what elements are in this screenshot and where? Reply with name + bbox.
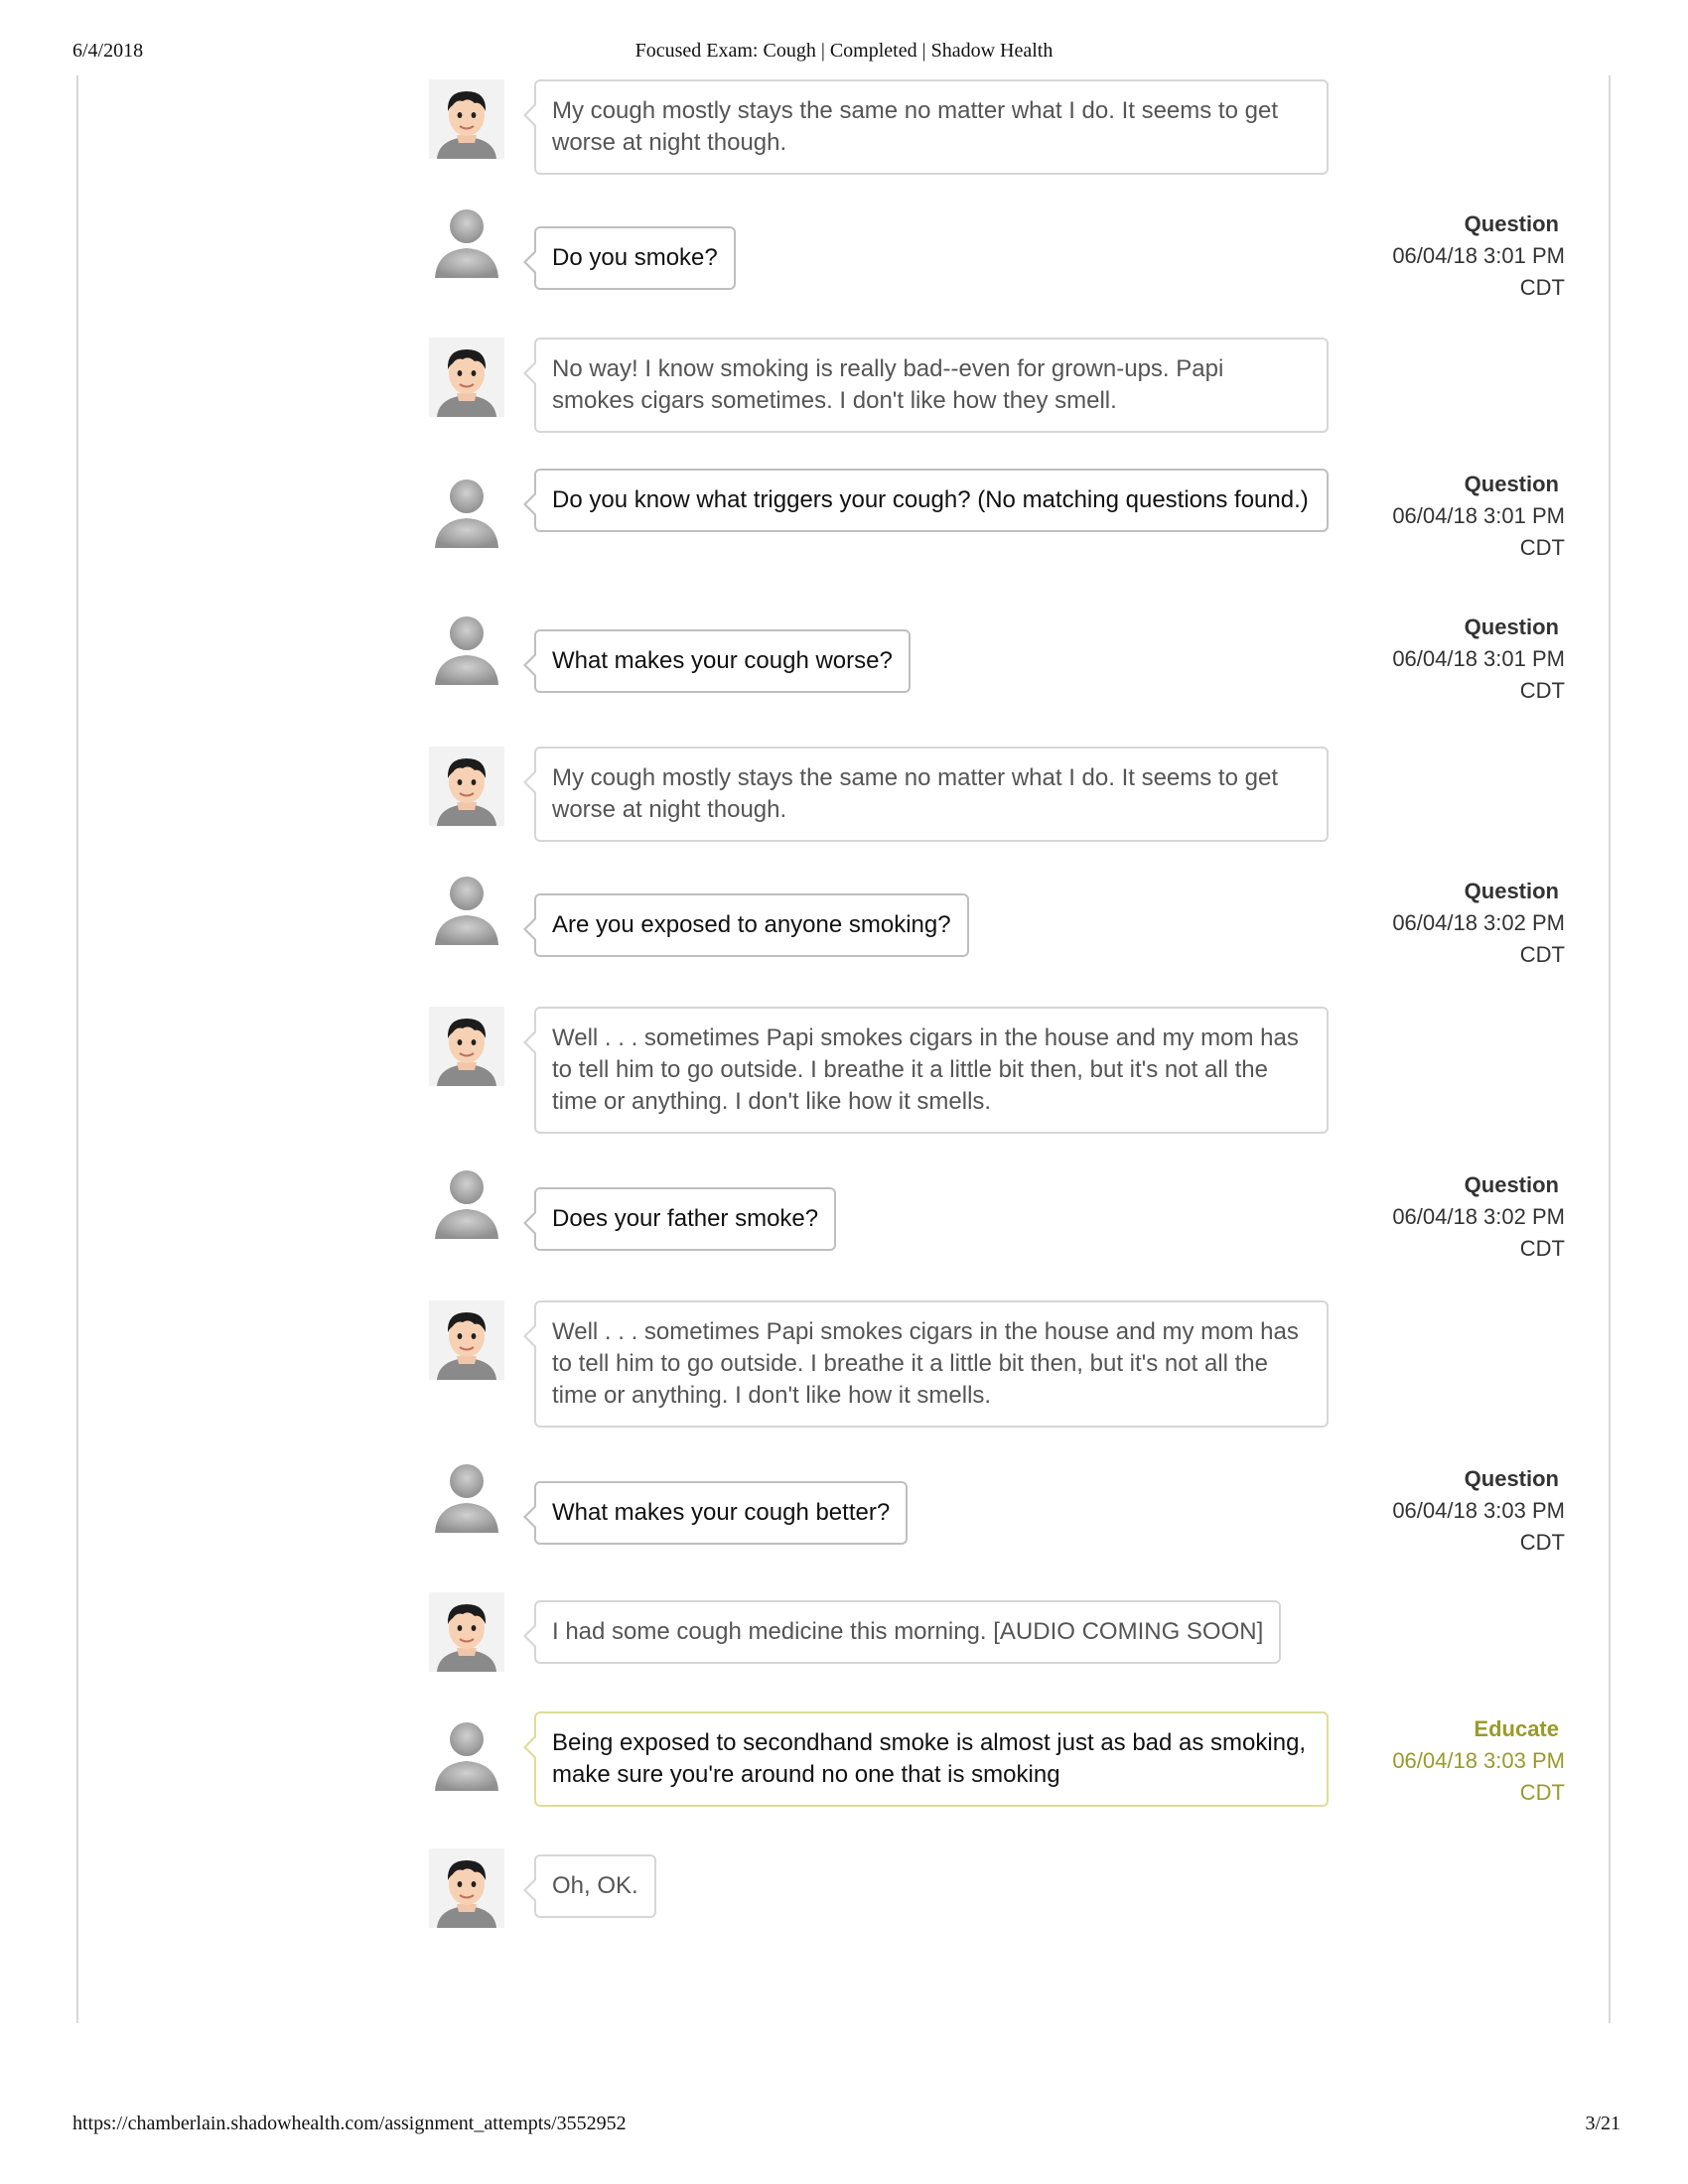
message-meta: Question 06/04/18 3:02 PM CDT <box>1307 876 1565 971</box>
message-timestamp: 06/04/18 3:02 PM <box>1392 910 1565 935</box>
student-avatar-icon <box>429 1160 504 1239</box>
patient-response-bubble: My cough mostly stays the same no matter… <box>523 79 1329 175</box>
student-avatar-icon <box>429 1711 504 1791</box>
patient-response-bubble: I had some cough medicine this morning. … <box>522 1600 1282 1664</box>
patient-response-bubble: Well . . . sometimes Papi smokes cigars … <box>523 1300 1329 1428</box>
message-kind-label: Question <box>1464 211 1559 236</box>
student-avatar-icon <box>429 866 504 945</box>
patient-avatar-icon <box>429 79 504 159</box>
message-kind-label: Educate <box>1474 1716 1559 1741</box>
message-timezone: CDT <box>1519 535 1565 560</box>
message-timestamp: 06/04/18 3:01 PM <box>1392 243 1565 268</box>
patient-avatar-icon <box>429 1592 504 1672</box>
print-footer: https://chamberlain.shadowhealth.com/ass… <box>0 2113 1688 2142</box>
message-timestamp: 06/04/18 3:03 PM <box>1392 1498 1565 1523</box>
student-question-bubble: Do you know what triggers your cough? (N… <box>523 469 1329 532</box>
message-timestamp: 06/04/18 3:02 PM <box>1392 1204 1565 1229</box>
patient-avatar-icon <box>429 1300 504 1380</box>
patient-avatar-icon <box>429 338 504 417</box>
content-border-left <box>76 75 78 2023</box>
patient-avatar-icon <box>429 1848 504 1928</box>
patient-response-bubble: Oh, OK. <box>523 1854 656 1918</box>
message-kind-label: Question <box>1464 614 1559 639</box>
patient-avatar-icon <box>429 1007 504 1086</box>
message-kind-label: Question <box>1464 1172 1559 1197</box>
student-question-bubble: What makes your cough worse? <box>523 629 911 693</box>
student-question-bubble: Are you exposed to anyone smoking? <box>523 893 969 957</box>
message-meta: Question 06/04/18 3:02 PM CDT <box>1307 1169 1565 1265</box>
message-timezone: CDT <box>1519 942 1565 967</box>
message-timezone: CDT <box>1519 678 1565 703</box>
message-meta: Question 06/04/18 3:03 PM CDT <box>1307 1463 1565 1559</box>
message-meta: Question 06/04/18 3:01 PM CDT <box>1307 612 1565 707</box>
patient-response-bubble: Well . . . sometimes Papi smokes cigars … <box>523 1007 1329 1134</box>
message-timestamp: 06/04/18 3:03 PM <box>1392 1748 1565 1773</box>
print-page-number: 3/21 <box>1585 2113 1620 2134</box>
message-meta: Educate 06/04/18 3:03 PM CDT <box>1307 1713 1565 1809</box>
message-timezone: CDT <box>1519 275 1565 300</box>
student-avatar-icon <box>429 469 504 548</box>
patient-response-bubble: No way! I know smoking is really bad--ev… <box>523 338 1329 433</box>
message-timezone: CDT <box>1519 1530 1565 1555</box>
print-url: https://chamberlain.shadowhealth.com/ass… <box>72 2113 627 2134</box>
student-avatar-icon <box>429 606 504 685</box>
student-question-bubble: Do you smoke? <box>523 226 736 290</box>
message-meta: Question 06/04/18 3:01 PM CDT <box>1307 469 1565 564</box>
student-avatar-icon <box>429 199 504 278</box>
message-kind-label: Question <box>1464 472 1559 496</box>
print-header: 6/4/2018 Focused Exam: Cough | Completed… <box>0 40 1688 69</box>
patient-avatar-icon <box>429 747 504 826</box>
print-title: Focused Exam: Cough | Completed | Shadow… <box>634 40 1054 62</box>
message-timestamp: 06/04/18 3:01 PM <box>1392 503 1565 528</box>
message-kind-label: Question <box>1464 1466 1559 1491</box>
patient-response-bubble: My cough mostly stays the same no matter… <box>523 747 1329 842</box>
message-meta: Question 06/04/18 3:01 PM CDT <box>1307 208 1565 304</box>
message-timezone: CDT <box>1519 1236 1565 1261</box>
message-timezone: CDT <box>1519 1780 1565 1805</box>
content-border-right <box>1609 75 1611 2023</box>
message-kind-label: Question <box>1464 879 1559 903</box>
educate-statement-bubble: Being exposed to secondhand smoke is alm… <box>523 1711 1329 1807</box>
student-avatar-icon <box>429 1453 504 1533</box>
student-question-bubble: Does your father smoke? <box>522 1187 837 1251</box>
student-question-bubble: What makes your cough better? <box>522 1481 909 1545</box>
message-timestamp: 06/04/18 3:01 PM <box>1392 646 1565 671</box>
